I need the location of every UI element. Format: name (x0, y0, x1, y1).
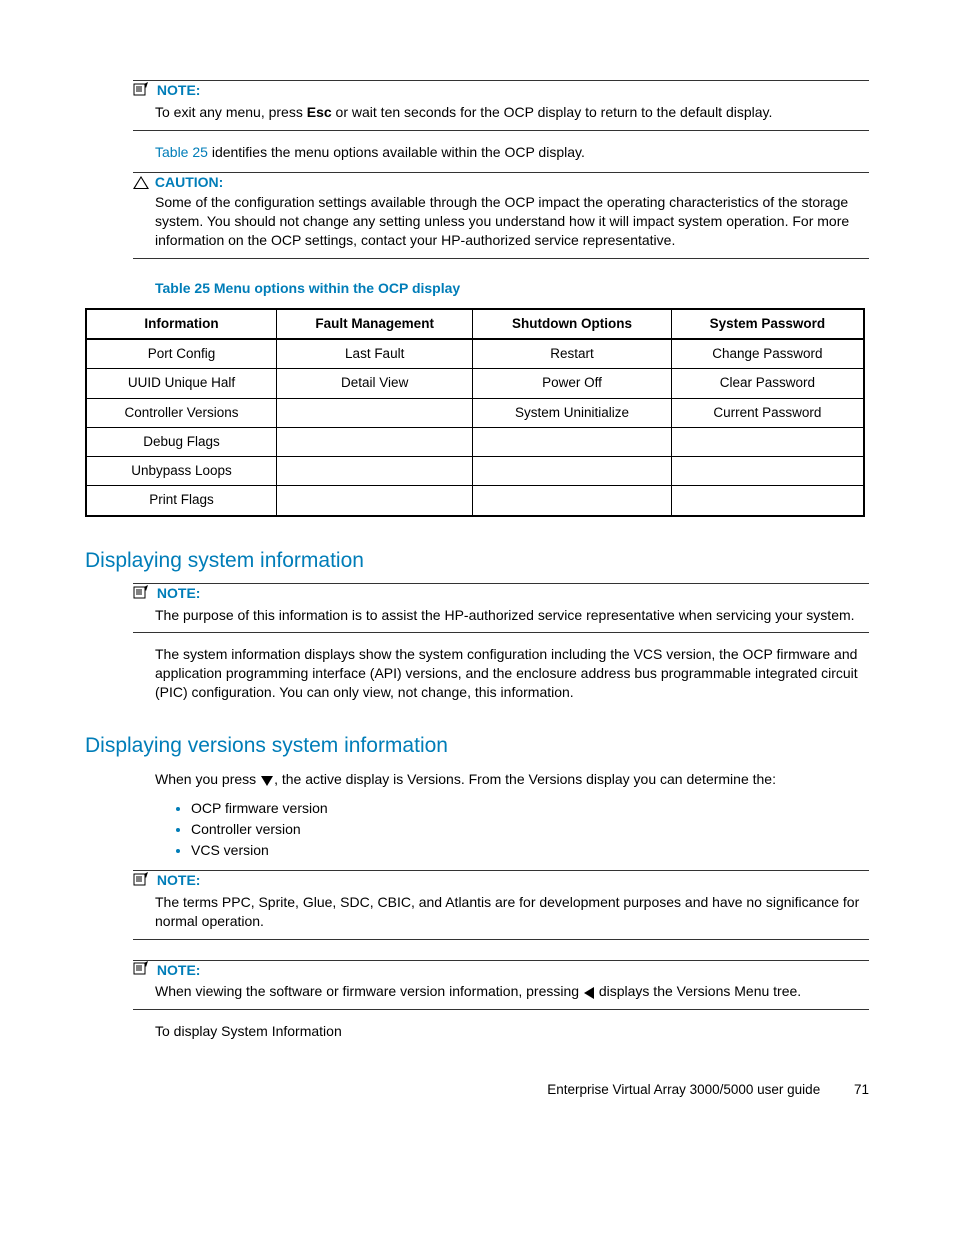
left-arrow-icon (584, 987, 594, 999)
table-row: Port ConfigLast FaultRestartChange Passw… (86, 339, 864, 369)
table-row: Print Flags (86, 486, 864, 516)
list-item: VCS version (191, 841, 869, 860)
table-row: Controller Versions System UninitializeCu… (86, 398, 864, 427)
esc-key: Esc (307, 104, 332, 120)
table-cell: Restart (473, 339, 671, 369)
table-cell: Port Config (86, 339, 277, 369)
page-footer: Enterprise Virtual Array 3000/5000 user … (85, 1081, 869, 1099)
table-cell: Clear Password (671, 369, 864, 398)
table-cell (277, 427, 473, 456)
footer-text: Enterprise Virtual Array 3000/5000 user … (547, 1082, 820, 1097)
caution-block: CAUTION: Some of the configuration setti… (133, 172, 869, 260)
table-cell: Unbypass Loops (86, 457, 277, 486)
caution-icon (133, 176, 149, 189)
caution-body: Some of the configuration settings avail… (155, 193, 869, 250)
section-heading-versions: Displaying versions system information (85, 732, 869, 760)
caution-label: CAUTION: (155, 174, 223, 190)
table-cell: UUID Unique Half (86, 369, 277, 398)
table-cell (671, 486, 864, 516)
table-cell: Controller Versions (86, 398, 277, 427)
text: When viewing the software or firmware ve… (155, 983, 583, 999)
down-arrow-icon (261, 776, 273, 786)
table-row: UUID Unique HalfDetail ViewPower OffClea… (86, 369, 864, 398)
note-body: When viewing the software or firmware ve… (155, 982, 869, 1001)
table-link[interactable]: Table 25 (155, 144, 208, 160)
reference-paragraph: Table 25 identifies the menu options ava… (155, 143, 869, 162)
note-icon (133, 82, 149, 101)
col-header: Information (86, 309, 277, 339)
table-row: Unbypass Loops (86, 457, 864, 486)
note-icon (133, 961, 149, 980)
note-body: The terms PPC, Sprite, Glue, SDC, CBIC, … (155, 893, 869, 931)
table-cell (473, 457, 671, 486)
table-cell: Last Fault (277, 339, 473, 369)
note-block: NOTE: When viewing the software or firmw… (133, 960, 869, 1011)
table-cell (473, 486, 671, 516)
note-body: The purpose of this information is to as… (155, 606, 869, 625)
note-block: NOTE: The purpose of this information is… (133, 583, 869, 634)
note-body: To exit any menu, press Esc or wait ten … (155, 103, 869, 122)
table-cell (277, 457, 473, 486)
note-icon (133, 585, 149, 604)
list-item: OCP firmware version (191, 799, 869, 818)
note-label: NOTE: (157, 872, 201, 888)
table-cell: Change Password (671, 339, 864, 369)
closing-line: To display System Information (155, 1022, 869, 1041)
note-block: NOTE: To exit any menu, press Esc or wai… (133, 80, 869, 131)
table-cell: System Uninitialize (473, 398, 671, 427)
table-row: Debug Flags (86, 427, 864, 456)
table-cell (277, 486, 473, 516)
table-cell: Detail View (277, 369, 473, 398)
table-cell: Current Password (671, 398, 864, 427)
text: , the active display is Versions. From t… (274, 771, 776, 787)
text: displays the Versions Menu tree. (595, 983, 801, 999)
note-icon (133, 872, 149, 891)
versions-list: OCP firmware version Controller version … (175, 799, 869, 860)
table-cell (671, 427, 864, 456)
system-info-paragraph: The system information displays show the… (155, 645, 869, 702)
text: identifies the menu options available wi… (208, 144, 585, 160)
list-item: Controller version (191, 820, 869, 839)
note-label: NOTE: (157, 962, 201, 978)
table-cell: Power Off (473, 369, 671, 398)
table-cell (277, 398, 473, 427)
page-number: 71 (854, 1082, 869, 1097)
ocp-table: Information Fault Management Shutdown Op… (85, 308, 865, 517)
table-header-row: Information Fault Management Shutdown Op… (86, 309, 864, 339)
note-label: NOTE: (157, 82, 201, 98)
section-heading-system-info: Displaying system information (85, 547, 869, 575)
col-header: Fault Management (277, 309, 473, 339)
table-cell (473, 427, 671, 456)
note-block: NOTE: The terms PPC, Sprite, Glue, SDC, … (133, 870, 869, 940)
text: To exit any menu, press (155, 104, 307, 120)
table-cell: Print Flags (86, 486, 277, 516)
text: or wait ten seconds for the OCP display … (332, 104, 773, 120)
table-cell (671, 457, 864, 486)
note-label: NOTE: (157, 585, 201, 601)
table-title: Table 25 Menu options within the OCP dis… (155, 279, 869, 298)
table-cell: Debug Flags (86, 427, 277, 456)
versions-intro: When you press , the active display is V… (155, 770, 869, 789)
col-header: Shutdown Options (473, 309, 671, 339)
text: When you press (155, 771, 260, 787)
col-header: System Password (671, 309, 864, 339)
